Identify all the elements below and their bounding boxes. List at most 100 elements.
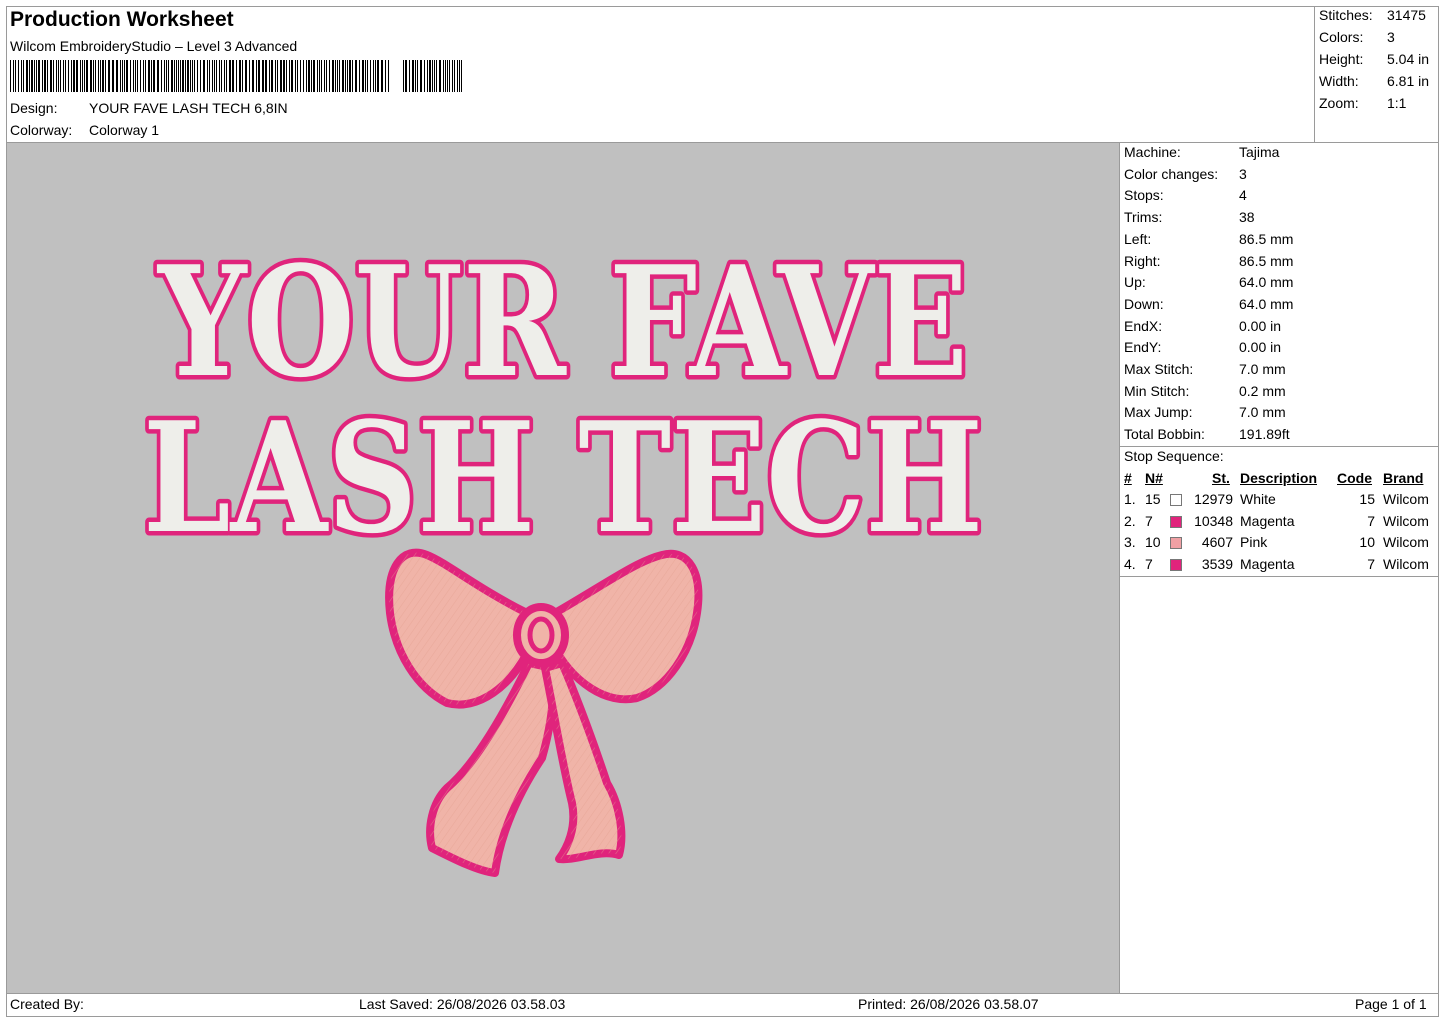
barcode-bar: [245, 60, 247, 92]
machine-info-value: 0.2 mm: [1239, 382, 1286, 399]
color-swatch: [1170, 515, 1182, 528]
barcode-bar: [203, 60, 205, 92]
color-swatch: [1170, 559, 1182, 572]
stop-row-needle: 10: [1145, 534, 1161, 551]
barcode-bar: [242, 60, 243, 92]
barcode-bar: [447, 60, 448, 92]
barcode-bar: [313, 60, 315, 92]
stop-row-description: Magenta: [1240, 556, 1295, 573]
machine-info-label: Trims:: [1124, 209, 1163, 226]
barcode-bar: [98, 60, 99, 92]
barcode-bar: [239, 60, 241, 92]
stop-row-code: 15: [1359, 491, 1375, 507]
barcode-bar: [449, 60, 450, 92]
barcode-bar: [197, 60, 198, 92]
barcode-bar: [23, 60, 24, 92]
barcode-bar: [224, 60, 225, 92]
barcode-bar: [53, 60, 54, 92]
machine-info-label: Color changes:: [1124, 165, 1219, 182]
barcode-bar: [329, 60, 330, 92]
barcode-bar: [95, 60, 96, 92]
stop-row-number: 4.: [1124, 556, 1136, 573]
machine-info-label: Left:: [1124, 230, 1152, 247]
stop-row-brand: Wilcom: [1383, 512, 1429, 529]
stop-row-description: Pink: [1240, 534, 1268, 551]
barcode-bar: [185, 60, 186, 92]
barcode-bar: [339, 60, 340, 92]
barcode-bar: [373, 60, 374, 92]
stop-row-code: 10: [1359, 534, 1375, 551]
machine-info-label: Down:: [1124, 295, 1164, 312]
barcode-bar: [178, 60, 179, 92]
barcode-bar: [65, 60, 66, 92]
barcode-bar: [362, 60, 364, 92]
barcode-bar: [93, 60, 94, 92]
barcode-bar: [345, 60, 346, 92]
barcode-bar: [76, 60, 78, 92]
barcode-bar: [166, 60, 167, 92]
barcode-bar: [219, 60, 220, 92]
barcode-bar: [38, 60, 40, 92]
barcode-bar: [262, 60, 264, 92]
barcode-bar: [212, 60, 213, 92]
barcode-bar: [236, 60, 237, 92]
machine-info-label: Machine:: [1124, 144, 1181, 160]
barcode-bar: [342, 60, 344, 92]
header-divider: [1314, 6, 1315, 143]
barcode-bar: [42, 60, 43, 92]
barcode-bar: [47, 60, 48, 92]
barcode-bar: [434, 60, 435, 92]
barcode-bar: [82, 60, 83, 92]
machine-info-label: Max Jump:: [1124, 404, 1193, 421]
barcode-bar: [13, 60, 14, 92]
barcode-bar: [308, 60, 310, 92]
barcode-bar: [427, 60, 428, 92]
col-header-needle: N#: [1145, 470, 1163, 486]
barcode-bar: [221, 60, 222, 92]
barcode-bar: [194, 60, 195, 92]
barcode-bar: [417, 60, 418, 92]
barcode-bar: [73, 60, 75, 92]
barcode-bar: [326, 60, 327, 92]
barcode-bar: [122, 60, 123, 92]
barcode-bar: [214, 60, 215, 92]
barcode-bar: [295, 60, 296, 92]
stop-row-number: 1.: [1124, 491, 1136, 507]
stop-row-stitches: 10348: [1194, 512, 1233, 529]
barcode-bar: [377, 60, 379, 92]
color-swatch: [1170, 537, 1182, 550]
summary-height-value: 5.04 in: [1387, 51, 1430, 67]
barcode-bar: [412, 60, 414, 92]
barcode-bar: [29, 60, 30, 92]
barcode-bar: [283, 60, 285, 92]
stop-row-needle: 15: [1145, 491, 1161, 507]
barcode-bar: [31, 60, 33, 92]
barcode-bar: [321, 60, 322, 92]
machine-info-label: Max Stitch:: [1124, 361, 1194, 377]
barcode-bar: [252, 60, 254, 92]
stop-row-code: 7: [1367, 556, 1375, 573]
barcode-bar: [50, 60, 52, 92]
machine-info-value: 0.00 in: [1239, 317, 1282, 334]
barcode-bar: [137, 60, 138, 92]
stop-row-description: White: [1240, 491, 1276, 507]
barcode-bar: [459, 60, 460, 92]
stop-row-code: 7: [1367, 512, 1375, 529]
footer-frame: [6, 993, 1439, 1017]
bow-graphic: [385, 548, 703, 877]
summary-stitches-label: Stitches:: [1319, 7, 1373, 23]
barcode-bar: [365, 60, 366, 92]
barcode-bar: [375, 60, 376, 92]
barcode-bar: [265, 60, 267, 92]
stop-row-brand: Wilcom: [1383, 491, 1429, 507]
stop-row-number: 2.: [1124, 512, 1136, 529]
design-value: YOUR FAVE LASH TECH 6,8IN: [89, 100, 288, 116]
machine-info-value: 7.0 mm: [1239, 361, 1286, 377]
barcode-bar: [135, 60, 136, 92]
stop-row-stitches: 4607: [1201, 534, 1233, 551]
barcode-bar: [424, 60, 425, 92]
barcode-bar: [370, 60, 371, 92]
barcode-bar: [100, 60, 101, 92]
barcode-bar: [84, 60, 85, 92]
barcode-bar: [209, 60, 210, 92]
